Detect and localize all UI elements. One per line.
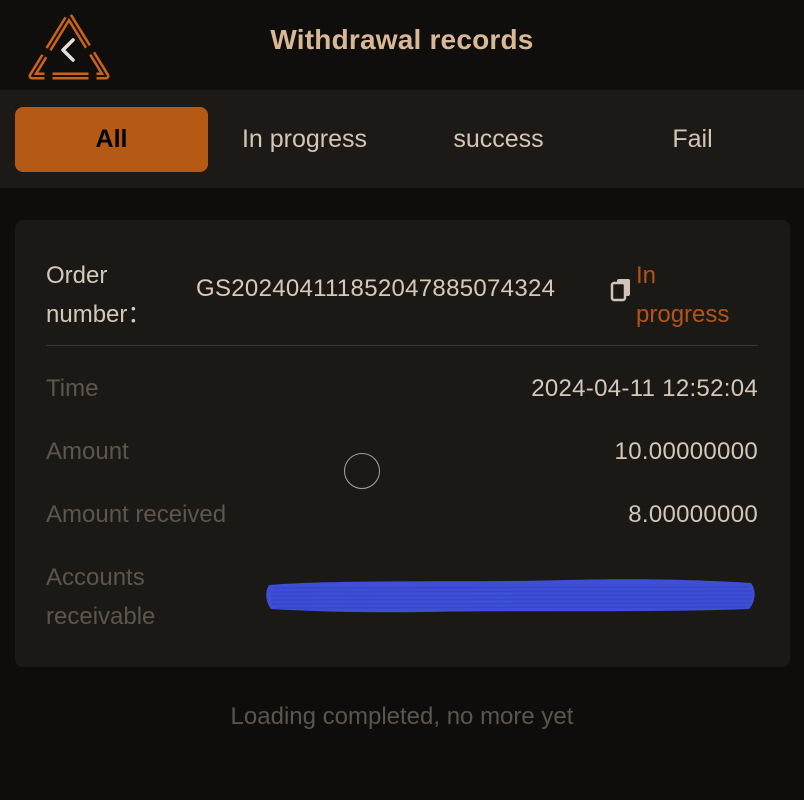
tab-all[interactable]: All xyxy=(15,107,208,172)
redacted-account-scribble xyxy=(266,579,755,613)
header: Withdrawal records xyxy=(0,0,804,90)
amount-received-label: Amount received xyxy=(46,501,227,528)
time-label: Time xyxy=(46,375,99,402)
list-end-message: Loading completed, no more yet xyxy=(230,703,574,730)
tab-fail[interactable]: Fail xyxy=(596,107,789,172)
order-number-value: GS20240411185204788507432​4 xyxy=(196,275,556,302)
order-number-label: Order number： xyxy=(46,262,152,328)
status-tabs: All In progress success Fail xyxy=(0,90,804,188)
page-title: Withdrawal records xyxy=(270,24,534,55)
divider xyxy=(46,345,758,346)
accounts-receivable-label: Accounts receivable xyxy=(46,564,156,630)
status-badge: In progress xyxy=(636,262,730,328)
time-value: 2024-04-11 12:52:04 xyxy=(531,375,758,402)
withdrawal-records-page: Withdrawal records All In progress succe… xyxy=(0,0,804,800)
amount-label: Amount xyxy=(46,438,129,465)
tab-in-progress[interactable]: In progress xyxy=(208,107,401,172)
amount-value: 10.00000000 xyxy=(614,438,758,465)
amount-received-value: 8.00000000 xyxy=(628,501,758,528)
tab-success[interactable]: success xyxy=(402,107,595,172)
copy-icon[interactable] xyxy=(610,278,632,302)
loading-spinner-icon xyxy=(344,453,380,489)
withdrawal-record-card: Order number： GS20240411185204788507432​… xyxy=(15,220,790,667)
